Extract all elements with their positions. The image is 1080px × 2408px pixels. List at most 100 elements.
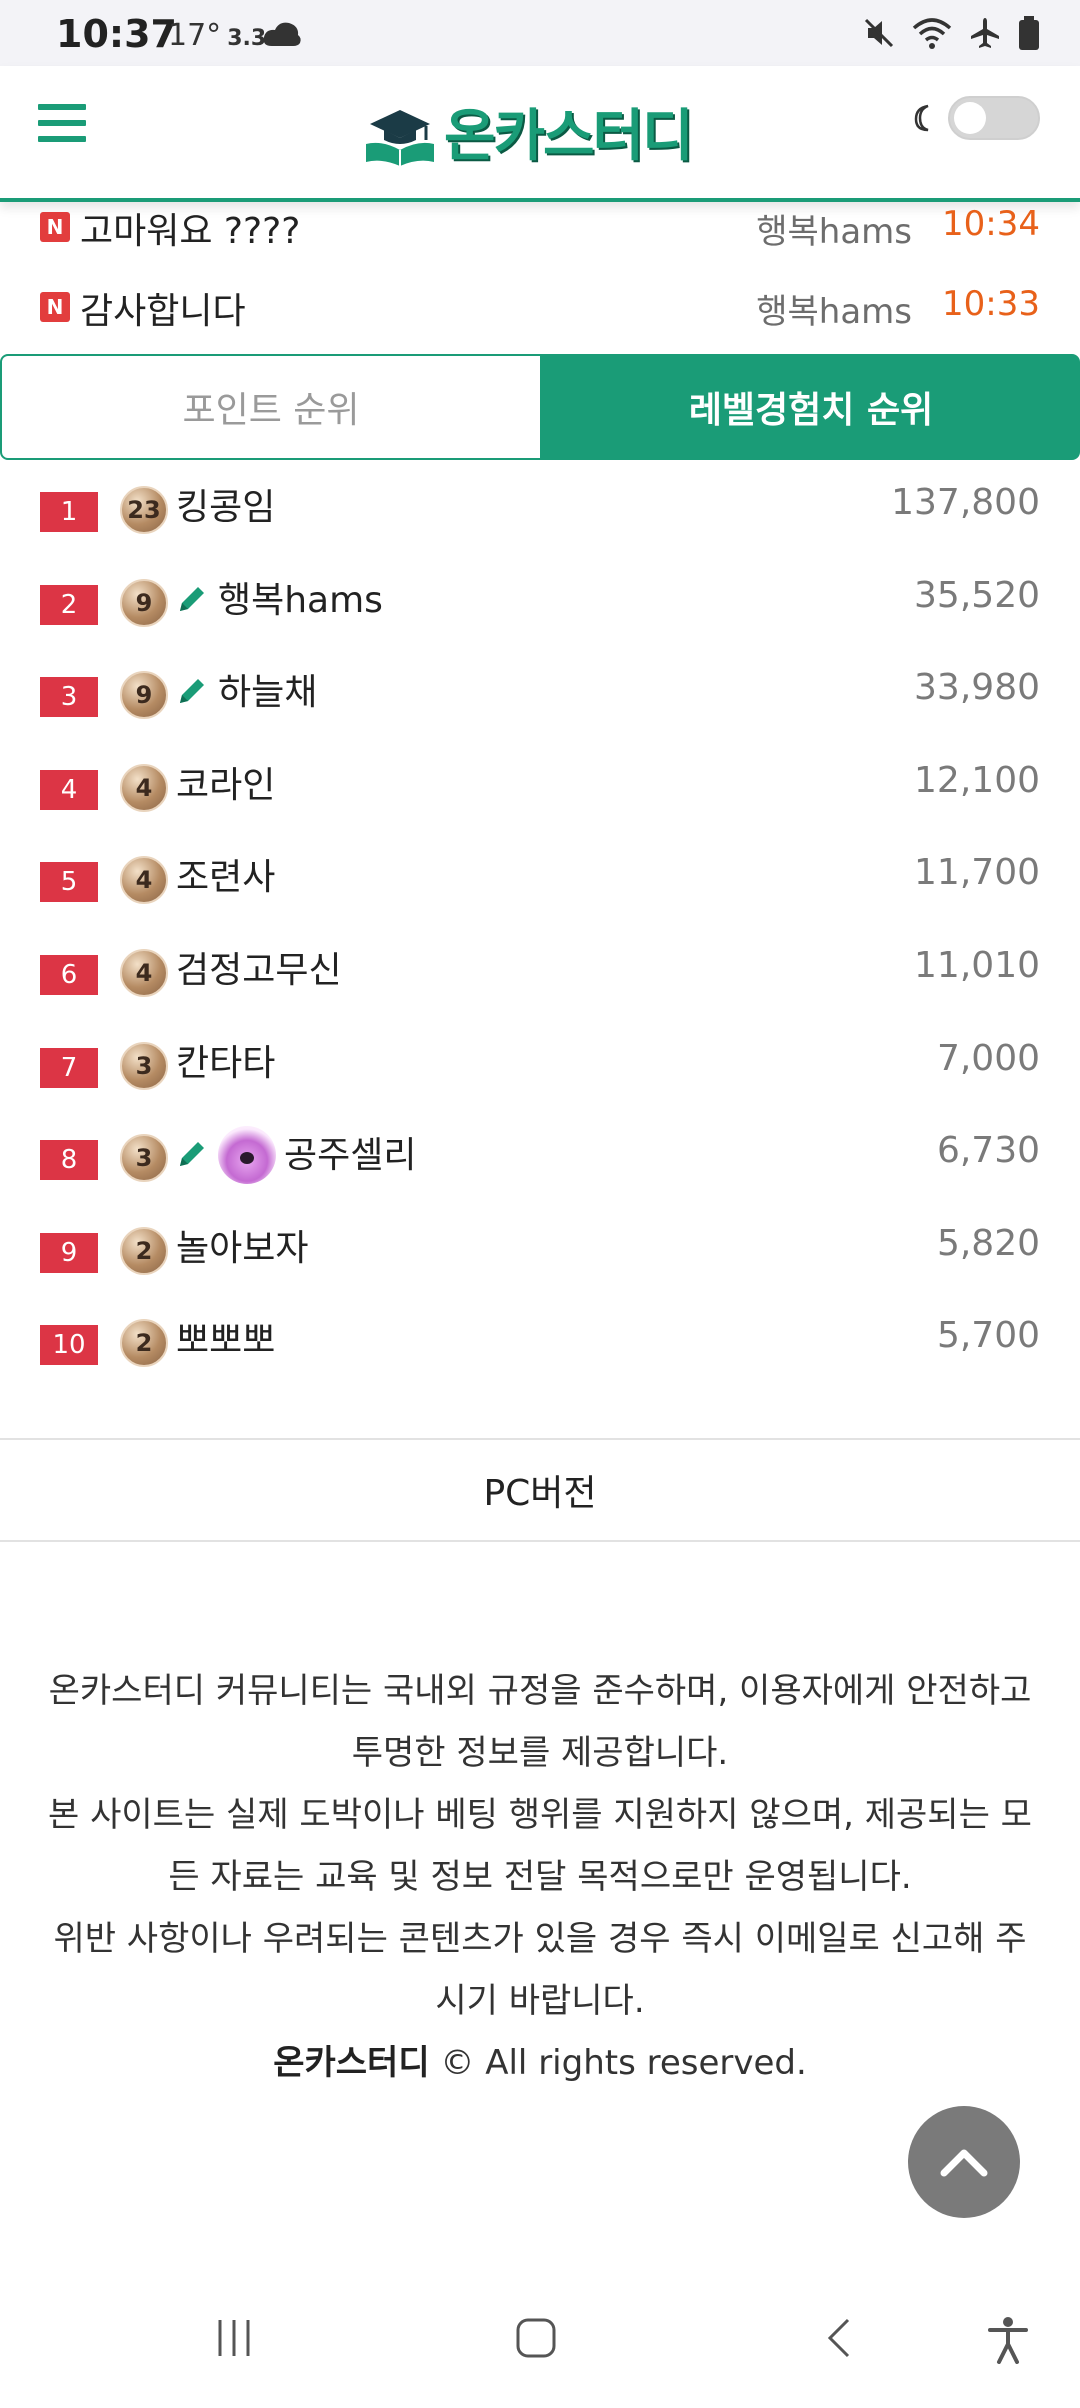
level-badge-icon: 3 xyxy=(120,1134,168,1183)
member-name[interactable]: 킹콩임 xyxy=(176,478,275,530)
scroll-to-top-button[interactable] xyxy=(908,2106,1020,2218)
exp-score: 12,100 xyxy=(914,759,1040,801)
table-row[interactable]: 3 9 하늘채 33,980 xyxy=(0,647,1080,740)
rank-number: 8 xyxy=(40,1140,98,1181)
status-speed: 3.3 xyxy=(227,26,267,51)
rank-number: 10 xyxy=(40,1325,98,1366)
pencil-icon xyxy=(180,679,204,704)
site-footer: 온카스터디 커뮤니티는 국내외 규정을 준수하며, 이용자에게 안전하고 투명한… xyxy=(36,1660,1044,2094)
comment-author: 행복hams xyxy=(756,212,912,252)
home-icon[interactable] xyxy=(514,2316,558,2360)
status-weather: 17° 3.3 xyxy=(168,18,266,53)
list-item[interactable]: N 고마워요 ???? 행복hams 10:34 xyxy=(0,200,1080,280)
copyright-text: © All rights reserved. xyxy=(440,2043,807,2083)
member-name[interactable]: 행복hams xyxy=(218,571,383,623)
recent-apps-icon[interactable] xyxy=(212,2316,256,2360)
accessibility-icon[interactable] xyxy=(986,2316,1030,2364)
level-badge-icon: 23 xyxy=(120,486,168,534)
exp-score: 35,520 xyxy=(914,574,1040,616)
battery-icon xyxy=(1019,16,1039,50)
dark-mode-switch[interactable] xyxy=(948,96,1040,140)
pc-version-link[interactable]: PC버전 xyxy=(0,1438,1080,1542)
mute-icon xyxy=(864,18,894,48)
footer-text-line: 투명한 정보를 제공합니다. xyxy=(351,1733,729,1773)
hamburger-icon[interactable] xyxy=(38,104,86,148)
table-row[interactable]: 6 4 검정고무신 11,010 xyxy=(0,925,1080,1018)
exp-score: 5,700 xyxy=(936,1315,1040,1357)
member-name[interactable]: 뽀뽀뽀 xyxy=(176,1311,275,1363)
footer-text-line: 시기 바랍니다. xyxy=(435,1981,645,2021)
status-temperature: 17° xyxy=(168,18,222,53)
back-icon[interactable] xyxy=(818,2316,862,2360)
level-badge-icon: 4 xyxy=(120,856,168,905)
member-name[interactable]: 놀아보자 xyxy=(176,1219,308,1271)
table-row[interactable]: 1 23 킹콩임 137,800 xyxy=(0,462,1080,555)
list-item[interactable]: N 감사합니다 행복hams 10:33 xyxy=(0,280,1080,360)
comment-time: 10:34 xyxy=(942,204,1040,244)
exp-score: 33,980 xyxy=(914,667,1040,709)
new-badge: N xyxy=(40,212,70,242)
rank-number: 5 xyxy=(40,862,98,903)
exp-score: 7,000 xyxy=(936,1037,1040,1079)
table-row[interactable]: 10 2 뽀뽀뽀 5,700 xyxy=(0,1295,1080,1388)
member-name[interactable]: 공주셀리 xyxy=(284,1126,416,1178)
exp-score: 5,820 xyxy=(936,1222,1040,1264)
table-row[interactable]: 5 4 조련사 11,700 xyxy=(0,832,1080,925)
level-badge-icon: 9 xyxy=(120,671,168,720)
comment-title[interactable]: 감사합니다 xyxy=(80,282,246,334)
avatar xyxy=(218,1126,276,1185)
dark-mode-toggle[interactable] xyxy=(908,96,1040,140)
rank-number: 1 xyxy=(40,492,98,532)
recent-comments: N 고마워요 ???? 행복hams 10:34 N 감사합니다 행복hams … xyxy=(0,200,1080,360)
chevron-up-icon xyxy=(940,2149,988,2177)
comment-time: 10:33 xyxy=(942,284,1040,324)
member-name[interactable]: 하늘채 xyxy=(218,663,317,715)
footer-brand: 온카스터디 xyxy=(273,2043,430,2083)
table-row[interactable]: 2 9 행복hams 35,520 xyxy=(0,555,1080,648)
tab-level-exp-rank[interactable]: 레벨경험치 순위 xyxy=(542,354,1080,460)
exp-score: 11,010 xyxy=(914,944,1040,986)
table-row[interactable]: 7 3 칸타타 7,000 xyxy=(0,1018,1080,1111)
member-name[interactable]: 조련사 xyxy=(176,848,275,900)
pencil-icon xyxy=(180,586,204,611)
cloud-icon xyxy=(263,22,301,46)
status-time: 10:37 xyxy=(56,12,177,56)
copyright: 온카스터디 © All rights reserved. xyxy=(36,2032,1044,2094)
level-badge-icon: 9 xyxy=(120,578,168,627)
exp-score: 11,700 xyxy=(914,852,1040,894)
level-badge-icon: 3 xyxy=(120,1041,168,1090)
rank-number: 9 xyxy=(40,1232,98,1273)
level-badge-icon: 2 xyxy=(120,1319,168,1368)
footer-text-line: 본 사이트는 실제 도박이나 베팅 행위를 지원하지 않으며, 제공되는 모 xyxy=(48,1795,1032,1835)
member-name[interactable]: 코라인 xyxy=(176,756,275,808)
tab-point-rank[interactable]: 포인트 순위 xyxy=(0,354,542,460)
footer-text-line: 든 자료는 교육 및 정보 전달 목적으로만 운영됩니다. xyxy=(168,1857,912,1897)
moon-icon xyxy=(914,104,929,132)
site-logo[interactable]: 온카스터디 xyxy=(362,96,694,169)
ranking-tabs: 포인트 순위 레벨경험치 순위 xyxy=(0,354,1080,460)
rank-number: 6 xyxy=(40,954,98,995)
airplane-icon xyxy=(971,18,999,48)
table-row[interactable]: 9 2 놀아보자 5,820 xyxy=(0,1203,1080,1296)
comment-title[interactable]: 고마워요 ???? xyxy=(80,202,300,254)
level-badge-icon: 4 xyxy=(120,948,168,997)
member-name[interactable]: 칸타타 xyxy=(176,1034,275,1086)
comment-author: 행복hams xyxy=(756,292,912,332)
footer-text-line: 온카스터디 커뮤니티는 국내외 규정을 준수하며, 이용자에게 안전하고 xyxy=(48,1671,1032,1711)
rank-number: 2 xyxy=(40,584,98,625)
table-row[interactable]: 4 4 코라인 12,100 xyxy=(0,740,1080,833)
exp-score: 6,730 xyxy=(936,1130,1040,1172)
system-nav-bar xyxy=(0,2290,1080,2408)
member-name[interactable]: 검정고무신 xyxy=(176,941,342,993)
wifi-icon xyxy=(912,18,952,49)
ranking-list: 1 23 킹콩임 137,800 2 9 행복hams 35,520 3 9 하늘채 33,980 4 4… xyxy=(0,462,1080,1388)
graduation-book-icon xyxy=(366,110,434,166)
logo-text: 온카스터디 xyxy=(444,103,694,169)
site-header: 온카스터디 xyxy=(0,66,1080,202)
rank-number: 3 xyxy=(40,677,98,718)
exp-score: 137,800 xyxy=(891,482,1040,523)
footer-text-line: 위반 사항이나 우려되는 콘텐츠가 있을 경우 즉시 이메일로 신고해 주 xyxy=(53,1919,1027,1959)
table-row[interactable]: 8 3 공주셀리 6,730 xyxy=(0,1110,1080,1203)
rank-number: 7 xyxy=(40,1047,98,1088)
status-bar: 10:37 17° 3.3 xyxy=(0,0,1080,66)
